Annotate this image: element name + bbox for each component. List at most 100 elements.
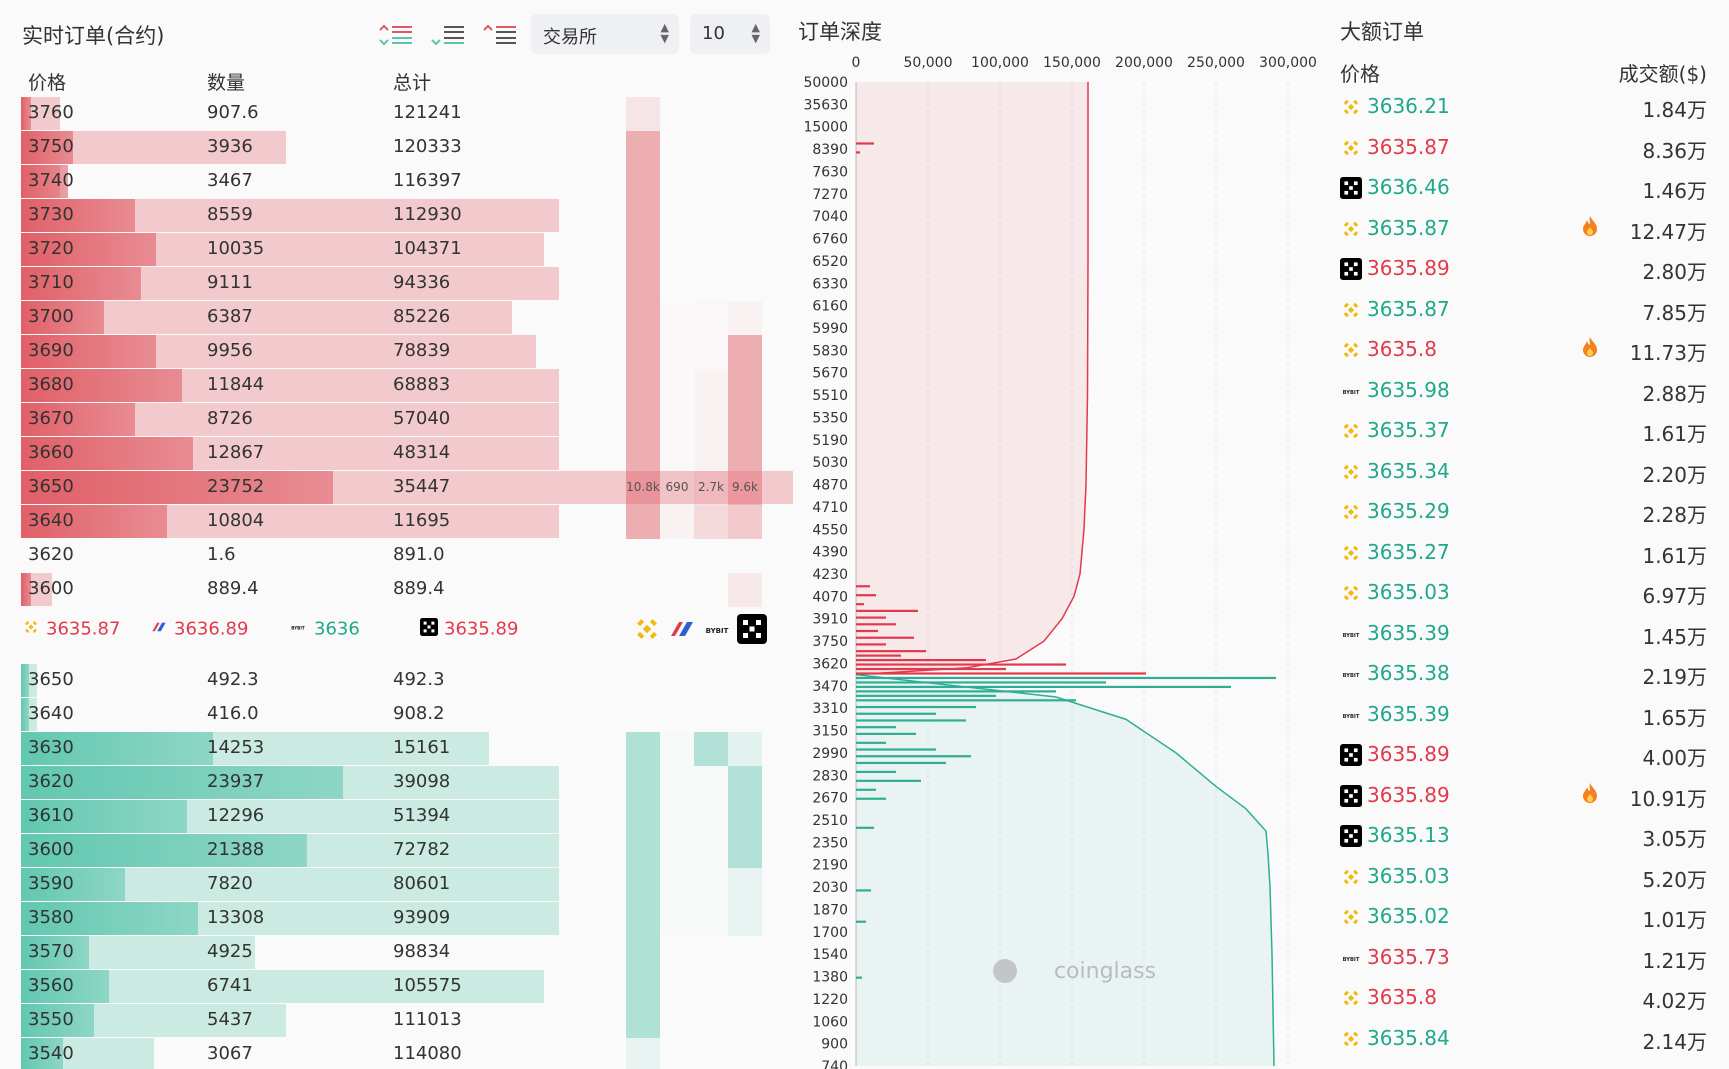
large-order-row[interactable]: BYBIT 3635.39 1.65万	[1322, 696, 1729, 736]
bid-volume-bar	[856, 726, 896, 729]
ask-row[interactable]: 3690 9956 78839	[0, 335, 790, 369]
large-order-row[interactable]: 3635.03 5.20万	[1322, 858, 1729, 898]
exchange-select[interactable]: 交易所 ▲ ▼	[531, 14, 679, 54]
y-tick-label: 5830	[812, 343, 848, 359]
orderbook-panel: 实时订单(合约) 交易所 ▲ ▼ 10 ▲ ▼ 价格 数量 总计 3760 907.6…	[0, 0, 794, 1069]
bid-volume-bar	[856, 690, 1056, 693]
large-order-row[interactable]: 3635.8 4.02万	[1322, 979, 1729, 1019]
ask-row[interactable]: 3760 907.6 121241	[0, 97, 790, 131]
bid-row[interactable]: 3600 21388 72782	[0, 834, 790, 868]
bid-volume-bar	[856, 712, 936, 715]
large-order-row[interactable]: 3635.13 3.05万	[1322, 817, 1729, 857]
bid-row[interactable]: 3580 13308 93909	[0, 902, 790, 936]
view-asks-icon[interactable]	[482, 22, 518, 48]
large-order-row[interactable]: 3635.84 2.14万	[1322, 1020, 1729, 1060]
ask-row[interactable]: 3680 11844 68883	[0, 369, 790, 403]
bid-row[interactable]: 3560 6741 105575	[0, 970, 790, 1004]
ask-row[interactable]: 3710 9111 94336	[0, 267, 790, 301]
large-order-row[interactable]: BYBIT 3635.73 1.21万	[1322, 939, 1729, 979]
large-order-row[interactable]: 3635.87 12.47万	[1322, 210, 1729, 250]
large-order-row[interactable]: 3635.89 4.00万	[1322, 736, 1729, 776]
large-order-row[interactable]: 3635.29 2.28万	[1322, 493, 1729, 533]
ask-row[interactable]: 3670 8726 57040	[0, 403, 790, 437]
ask-qty: 10804	[207, 510, 265, 531]
fire-icon	[1581, 782, 1599, 809]
large-order-row[interactable]: 3635.87 7.85万	[1322, 291, 1729, 331]
large-order-row[interactable]: BYBIT 3635.38 2.19万	[1322, 655, 1729, 695]
large-order-row[interactable]: 3636.46 1.46万	[1322, 169, 1729, 209]
ask-area	[856, 82, 1088, 675]
bid-row[interactable]: 3630 14253 15161	[0, 732, 790, 766]
y-tick-label: 4550	[812, 522, 848, 538]
svg-text:BYBIT: BYBIT	[706, 627, 729, 635]
y-tick-label: 2030	[812, 880, 848, 896]
ask-volume-bar	[856, 603, 864, 606]
ask-row[interactable]: 3640 10804 11695	[0, 505, 790, 539]
exchange-select-value: 交易所	[543, 27, 597, 48]
view-bids-icon[interactable]	[430, 22, 466, 48]
binance-icon	[1340, 137, 1362, 159]
depth-select[interactable]: 10 ▲ ▼	[690, 14, 770, 54]
bid-volume-bar	[856, 761, 946, 765]
large-order-row[interactable]: 3635.87 8.36万	[1322, 129, 1729, 169]
large-order-price: 3635.84	[1367, 1025, 1450, 1050]
bid-row[interactable]: 3570 4925 98834	[0, 936, 790, 970]
ask-row[interactable]: 3740 3467 116397	[0, 165, 790, 199]
large-order-row[interactable]: 3635.34 2.20万	[1322, 453, 1729, 493]
bid-row[interactable]: 3640 416.0 908.2	[0, 698, 790, 732]
y-tick-label: 4070	[812, 589, 848, 605]
fire-icon	[1581, 215, 1599, 242]
bitmex-icon[interactable]	[667, 614, 697, 644]
bid-price: 3580	[28, 907, 74, 928]
ask-heat-cell	[660, 131, 694, 165]
large-order-row[interactable]: 3635.89 2.80万	[1322, 250, 1729, 290]
ask-row[interactable]: 3660 12867 48314	[0, 437, 790, 471]
ask-heat-cell	[694, 403, 728, 437]
ask-total: 112930	[393, 204, 462, 225]
bid-price: 3630	[28, 737, 74, 758]
ask-row[interactable]: 3650 23752 35447 10.8k 690 2.7k 9.6k	[0, 471, 794, 505]
y-tick-label: 900	[821, 1037, 848, 1053]
ask-qty: 8559	[207, 204, 253, 225]
ask-price: 3690	[28, 340, 74, 361]
view-both-icon[interactable]	[378, 22, 414, 48]
ask-row[interactable]: 3700 6387 85226	[0, 301, 790, 335]
bid-heat-cell	[728, 936, 762, 970]
bid-volume-bar	[856, 779, 921, 782]
ask-row[interactable]: 3620 1.6 891.0	[0, 539, 790, 573]
ask-heat-cell	[694, 369, 728, 403]
large-order-amount: 1.21万	[1642, 948, 1707, 973]
large-order-row[interactable]: BYBIT 3635.39 1.45万	[1322, 615, 1729, 655]
large-order-row[interactable]: 3636.21 1.84万	[1322, 88, 1729, 128]
bid-row[interactable]: 3540 3067 114080	[0, 1038, 790, 1069]
bid-row[interactable]: 3650 492.3 492.3	[0, 664, 790, 698]
ask-heat-cell	[626, 335, 660, 369]
ask-volume-bar	[856, 609, 918, 612]
bid-row[interactable]: 3620 23937 39098	[0, 766, 790, 800]
large-order-row[interactable]: 3635.8 11.73万	[1322, 331, 1729, 371]
large-order-row[interactable]: 3635.02 1.01万	[1322, 898, 1729, 938]
bid-row[interactable]: 3550 5437 111013	[0, 1004, 790, 1038]
large-order-row[interactable]: 3635.37 1.61万	[1322, 412, 1729, 452]
ask-row[interactable]: 3750 3936 120333	[0, 131, 790, 165]
large-order-row[interactable]: 3635.27 1.61万	[1322, 534, 1729, 574]
binance-icon[interactable]	[632, 614, 662, 644]
large-order-row[interactable]: BYBIT 3635.98 2.88万	[1322, 372, 1729, 412]
large-orders-col-amount: 成交额($)	[1618, 62, 1707, 86]
bid-heat-cell	[626, 1004, 660, 1038]
large-order-row[interactable]: 3635.03 6.97万	[1322, 574, 1729, 614]
depth-chart[interactable]: 0 50,000 100,000 150,000 200,000 250,000 300,0…	[790, 0, 1322, 1069]
ask-heat-cell	[728, 335, 762, 369]
bid-row[interactable]: 3590 7820 80601	[0, 868, 790, 902]
bid-row[interactable]: 3610 12296 51394	[0, 800, 790, 834]
ask-row[interactable]: 3600 889.4 889.4	[0, 573, 790, 607]
large-order-row[interactable]: 3635.89 10.91万	[1322, 777, 1729, 817]
bybit-icon[interactable]: BYBIT	[702, 614, 732, 644]
ask-price: 3710	[28, 272, 74, 293]
x-tick-label: 0	[852, 55, 861, 71]
large-order-amount: 1.01万	[1642, 908, 1707, 932]
ask-row[interactable]: 3730 8559 112930	[0, 199, 790, 233]
ask-row[interactable]: 3720 10035 104371	[0, 233, 790, 267]
ask-price: 3700	[28, 306, 74, 327]
okx-icon[interactable]	[737, 614, 767, 644]
